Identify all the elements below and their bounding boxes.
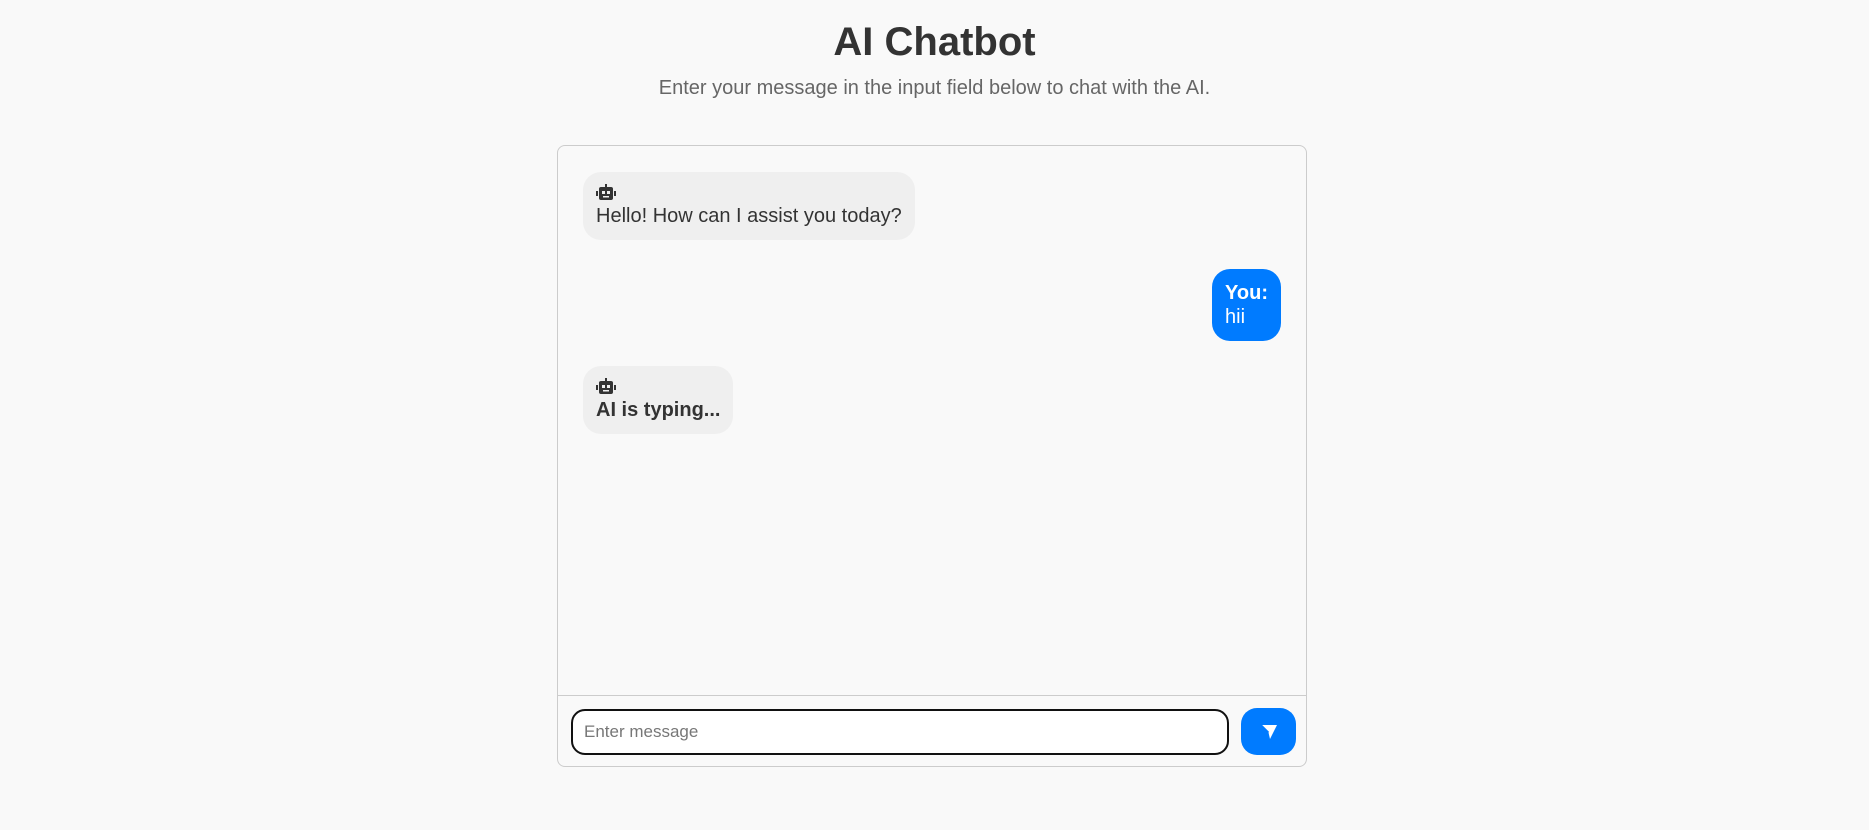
message-input[interactable] xyxy=(571,709,1229,755)
ai-message-text: Hello! How can I assist you today? xyxy=(596,205,902,227)
message-list[interactable]: Hello! How can I assist you today? You: … xyxy=(558,146,1306,696)
input-bar xyxy=(558,696,1306,766)
robot-icon xyxy=(596,184,616,200)
ai-message: Hello! How can I assist you today? xyxy=(583,172,915,240)
page-subtitle: Enter your message in the input field be… xyxy=(658,77,1211,99)
send-icon xyxy=(1259,723,1277,739)
page: AI Chatbot Enter your message in the inp… xyxy=(0,0,1869,830)
typing-indicator-text: AI is typing... xyxy=(596,399,721,421)
chat-container: Hello! How can I assist you today? You: … xyxy=(557,145,1307,767)
user-message: You: hii xyxy=(1212,269,1281,341)
user-message-label: You: xyxy=(1225,282,1268,304)
user-message-text: hii xyxy=(1225,306,1246,328)
send-button[interactable] xyxy=(1241,708,1296,755)
page-title: AI Chatbot xyxy=(833,20,1036,64)
robot-icon xyxy=(596,378,616,394)
ai-typing-message: AI is typing... xyxy=(583,366,734,434)
